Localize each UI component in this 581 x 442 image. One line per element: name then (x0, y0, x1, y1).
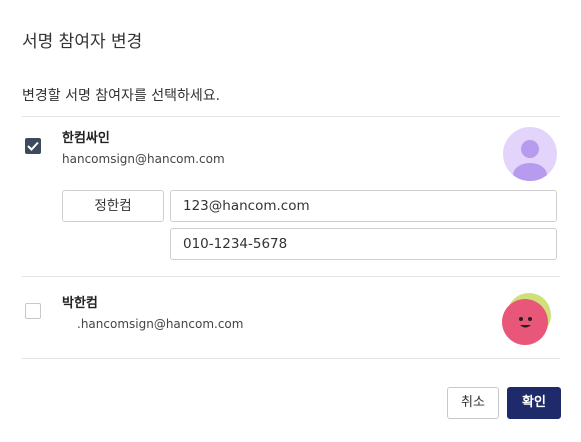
signer-1-phone-input[interactable]: 010-1234-5678 (170, 228, 557, 260)
signer-1-checkbox[interactable] (25, 138, 41, 154)
signer-2-checkbox[interactable] (25, 303, 41, 319)
avatar (503, 127, 557, 181)
change-signer-dialog: 서명 참여자 변경 변경할 서명 참여자를 선택하세요. 한컴싸인 hancom… (0, 0, 581, 442)
dialog-instruction: 변경할 서명 참여자를 선택하세요. (22, 88, 221, 104)
signer-1-email: hancomsign@hancom.com (62, 152, 225, 166)
dialog-title: 서명 참여자 변경 (22, 32, 143, 52)
check-icon (27, 141, 39, 151)
signer-2-email: .hancomsign@hancom.com (77, 317, 244, 331)
signer-1-name-input[interactable]: 정한컴 (62, 190, 164, 222)
divider (22, 276, 560, 277)
signer-1-email-input[interactable]: 123@hancom.com (170, 190, 557, 222)
signer-1-name: 한컴싸인 (62, 131, 110, 146)
divider (22, 116, 560, 117)
smiley-face-icon (502, 293, 551, 345)
confirm-button[interactable]: 확인 (507, 387, 561, 419)
cancel-button[interactable]: 취소 (447, 387, 499, 419)
signer-2-name: 박한컴 (62, 296, 98, 311)
person-icon (513, 140, 547, 181)
avatar (500, 292, 554, 346)
divider (22, 358, 560, 359)
